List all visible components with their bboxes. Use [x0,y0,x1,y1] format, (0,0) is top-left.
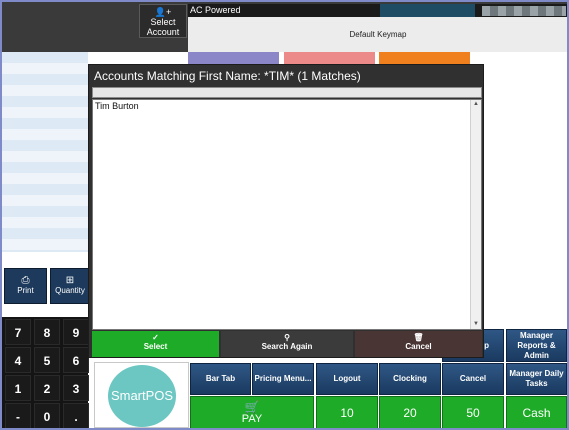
scroll-down-icon[interactable]: ▼ [471,320,481,329]
category-tile[interactable] [284,52,375,64]
manager-daily-tasks-label: Manager Daily Tasks [509,369,564,388]
key-3[interactable]: 3 [63,375,89,401]
search-again-button[interactable]: ⚲ Search Again [221,331,353,357]
add-user-icon: 👤+ [154,7,172,17]
bar-tab-button[interactable]: Bar Tab [190,363,251,395]
select-account-button[interactable]: 👤+ Select Account [139,4,187,38]
account-results-list[interactable]: Tim Burton ▲ ▼ [92,99,482,330]
plus-icon: ⊞ [65,275,75,286]
smartpos-logo: SmartPOS [108,365,176,427]
pay-button[interactable]: 🛒 PAY [190,396,314,428]
key-5[interactable]: 5 [34,347,60,373]
manager-daily-tasks-button[interactable]: Manager Daily Tasks [506,363,567,395]
logout-label: Logout [333,374,361,383]
print-label: Print [17,286,34,295]
category-tiles [188,52,567,64]
scrollbar[interactable]: ▲ ▼ [470,100,481,329]
logout-button[interactable]: Logout [316,363,378,395]
check-icon: ✓ [152,333,159,342]
key-2[interactable]: 2 [34,375,60,401]
amount-label: 10 [340,405,354,420]
pos-window: 👤+ Select Account AC Powered Default Key… [0,0,569,430]
keymap-header: Default Keymap [188,17,567,52]
order-list[interactable] [2,52,88,252]
quantity-button[interactable]: ⊞ Quantity [50,268,90,304]
amount-10-button[interactable]: 10 [316,396,378,428]
amount-label: 20 [403,405,417,420]
category-tile[interactable] [188,52,279,64]
account-search-dialog: Accounts Matching First Name: *TIM* (1 M… [88,64,484,358]
select-account-label: Select Account [146,17,180,37]
printer-icon: ⎙ [21,275,30,286]
shopping-cart-icon: 🛒 [244,399,260,414]
key-4[interactable]: 4 [5,347,31,373]
list-header [92,87,482,98]
clocking-button[interactable]: Clocking [379,363,441,395]
status-info-strip [482,6,566,16]
key-minus[interactable]: - [5,403,31,428]
status-label: AC Powered [190,5,241,15]
key-decimal[interactable]: . [63,403,89,428]
amount-50-button[interactable]: 50 [442,396,504,428]
key-9[interactable]: 9 [63,319,89,345]
amount-20-button[interactable]: 20 [379,396,441,428]
status-indicator [380,4,475,17]
cancel-label: Cancel [459,374,487,383]
select-button[interactable]: ✓ Select [92,331,219,357]
amount-label: 50 [466,405,480,420]
cancel-button[interactable]: Cancel [442,363,504,395]
order-list-footer [2,252,88,267]
keypad: 7 8 9 4 5 6 1 2 3 - 0 . [2,317,89,428]
search-again-label: Search Again [261,342,313,351]
scroll-up-icon[interactable]: ▲ [471,100,481,109]
trash-icon: 🗑 [413,333,424,342]
dialog-cancel-label: Cancel [405,342,432,351]
keymap-label: Default Keymap [349,30,407,39]
key-1[interactable]: 1 [5,375,31,401]
list-item[interactable]: Tim Burton [95,101,139,111]
cash-button[interactable]: Cash [506,396,567,428]
key-7[interactable]: 7 [5,319,31,345]
key-0[interactable]: 0 [34,403,60,428]
dialog-title: Accounts Matching First Name: *TIM* (1 M… [94,69,361,83]
logo-panel: SmartPOS [94,362,189,428]
logo-text: SmartPOS [110,388,174,403]
key-8[interactable]: 8 [34,319,60,345]
search-icon: ⚲ [284,333,290,342]
dialog-cancel-button[interactable]: 🗑 Cancel [355,331,482,357]
clocking-label: Clocking [393,374,427,383]
select-label: Select [143,342,168,351]
print-button[interactable]: ⎙ Print [4,268,47,304]
cash-label: Cash [522,405,551,420]
manager-reports-label: Manager Reports & Admin [517,330,556,360]
function-button-label: p [484,340,489,350]
pricing-menu-button[interactable]: Pricing Menu... [252,363,314,395]
key-6[interactable]: 6 [63,347,89,373]
quantity-label: Quantity [55,286,85,295]
category-tile[interactable] [379,52,470,64]
pricing-menu-label: Pricing Menu... [254,374,312,383]
bar-tab-label: Bar Tab [205,374,236,383]
manager-reports-button[interactable]: Manager Reports & Admin [506,329,567,362]
pay-label: PAY [241,412,263,425]
